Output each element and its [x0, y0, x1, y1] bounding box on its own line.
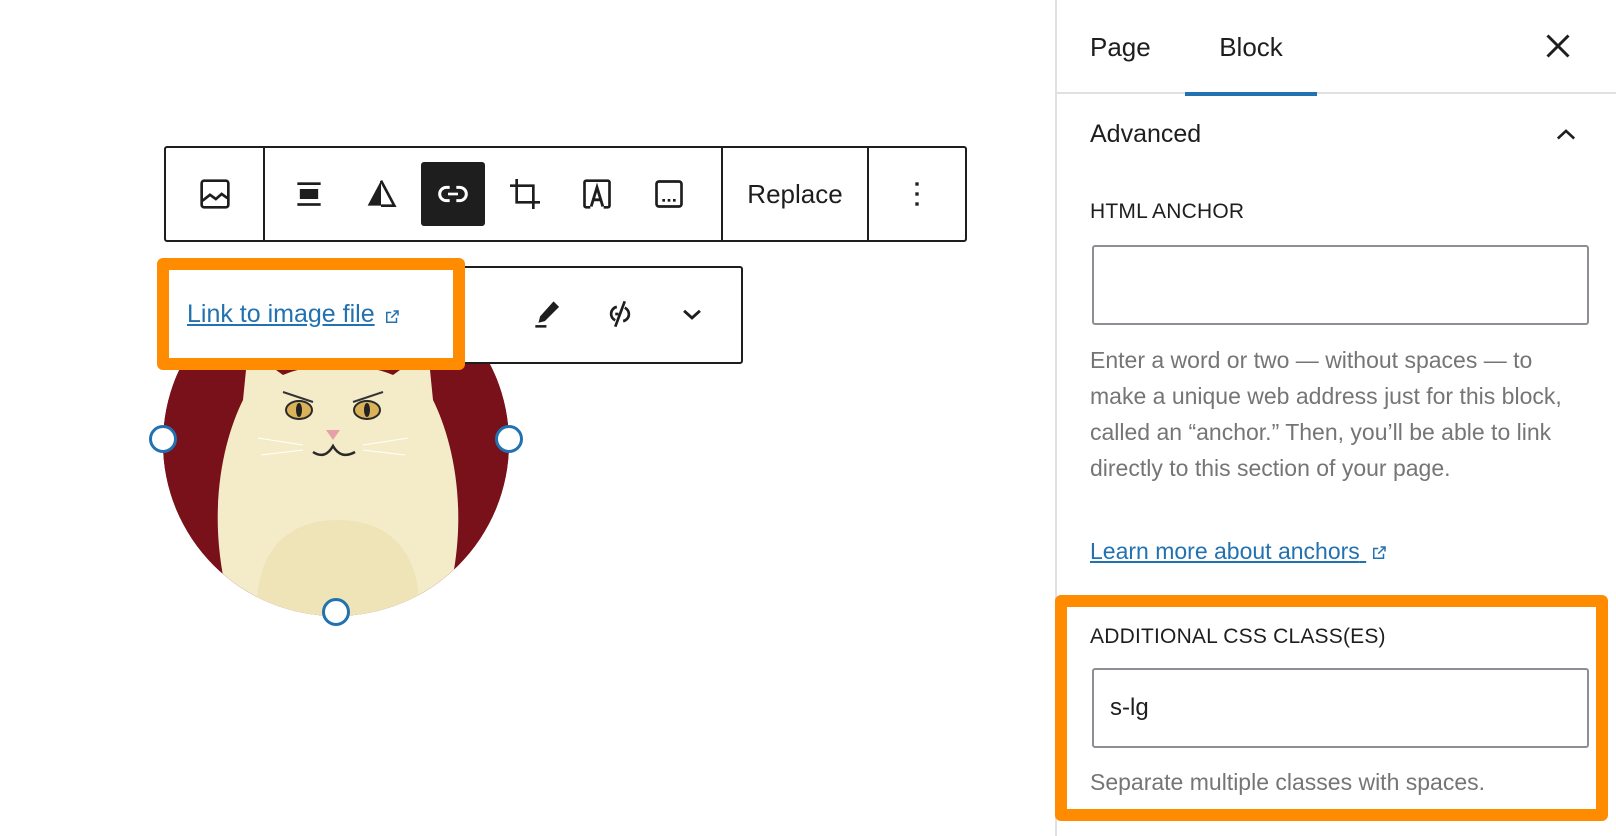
block-tools-group: [265, 148, 723, 240]
more-options-button[interactable]: [885, 162, 949, 226]
align-button[interactable]: [277, 162, 341, 226]
link-highlight-box: Link to image file: [157, 258, 465, 370]
crop-button[interactable]: [493, 162, 557, 226]
html-anchor-help: Enter a word or two — without spaces — t…: [1090, 347, 1562, 481]
link-popover-actions: [520, 284, 720, 344]
link-button[interactable]: [421, 162, 485, 226]
tab-page[interactable]: Page: [1090, 0, 1151, 94]
learn-more-text[interactable]: Learn more about anchors: [1090, 538, 1360, 564]
chevron-up-icon[interactable]: [1552, 121, 1580, 149]
external-link-icon: [386, 310, 399, 324]
link-settings-toggle[interactable]: [664, 284, 720, 344]
link-icon: [438, 185, 468, 203]
vertical-ellipsis-icon: [915, 182, 919, 206]
caption-button[interactable]: [637, 162, 701, 226]
link-to-image-file[interactable]: Link to image file: [187, 300, 401, 329]
external-link-icon: [1373, 546, 1386, 559]
edit-link-button[interactable]: [520, 284, 576, 344]
unlink-icon: [609, 300, 631, 328]
image-icon: [199, 179, 230, 209]
editor-canvas: Replace Link to image file: [0, 0, 1055, 836]
css-classes-label: ADDITIONAL CSS CLASS(ES): [1090, 625, 1386, 648]
css-classes-help: Separate multiple classes with spaces.: [1090, 769, 1486, 795]
text-overlay-button[interactable]: [565, 162, 629, 226]
block-type-group: [166, 148, 265, 240]
resize-handle-left[interactable]: [149, 425, 177, 453]
css-classes-input[interactable]: [1092, 668, 1589, 748]
duotone-filter-icon: [367, 180, 397, 207]
close-icon[interactable]: [1540, 28, 1576, 64]
advanced-panel-header[interactable]: Advanced: [1090, 120, 1580, 149]
learn-more-anchors-link[interactable]: Learn more about anchors: [1090, 538, 1388, 565]
image-block-button[interactable]: [183, 162, 247, 226]
chevron-down-icon: [683, 309, 701, 320]
duotone-button[interactable]: [349, 162, 413, 226]
link-text[interactable]: Link to image file: [187, 300, 375, 328]
html-anchor-label: HTML ANCHOR: [1090, 200, 1245, 223]
sidebar-header: Page Block: [1057, 0, 1616, 96]
html-anchor-input[interactable]: [1092, 245, 1589, 325]
more-options-group: [869, 148, 965, 240]
block-toolbar: Replace: [164, 146, 967, 242]
align-full-icon: [297, 182, 321, 206]
unlink-button[interactable]: [592, 284, 648, 344]
text-overlay-icon: [583, 179, 611, 209]
replace-group: Replace: [723, 148, 869, 240]
edit-pencil-icon: [535, 301, 560, 328]
replace-button[interactable]: Replace: [747, 179, 842, 210]
caption-icon: [655, 180, 683, 208]
panel-title: Advanced: [1090, 120, 1202, 148]
crop-icon: [510, 179, 540, 209]
tab-block[interactable]: Block: [1185, 0, 1317, 96]
resize-handle-right[interactable]: [495, 425, 523, 453]
settings-sidebar: Page Block Advanced HTML ANCHOR Enter a …: [1055, 0, 1616, 836]
resize-handle-bottom[interactable]: [322, 598, 350, 626]
